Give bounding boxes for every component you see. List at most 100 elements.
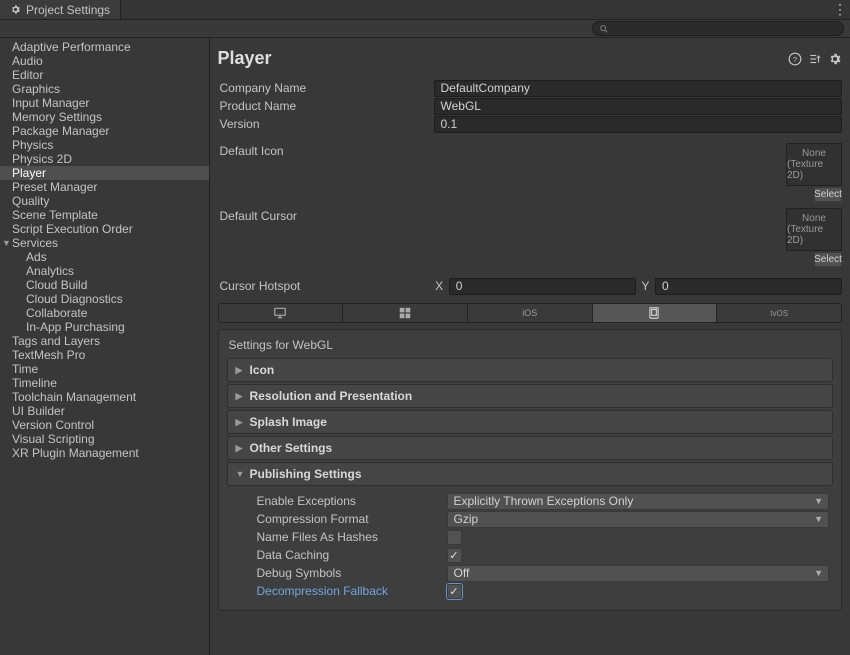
window-tab[interactable]: Project Settings — [0, 0, 121, 19]
foldout-icon-label: Icon — [250, 363, 275, 377]
platform-tab-desktop[interactable] — [219, 304, 344, 322]
product-name-input[interactable]: WebGL — [434, 98, 843, 115]
sidebar-item-graphics[interactable]: Graphics — [0, 82, 209, 96]
enable-exceptions-dropdown[interactable]: Explicitly Thrown Exceptions Only▼ — [447, 493, 830, 510]
foldout-resolution[interactable]: ▶Resolution and Presentation — [227, 384, 834, 408]
sidebar-item-visual-scripting[interactable]: Visual Scripting — [0, 432, 209, 446]
platform-tab-ios[interactable]: iOS — [468, 304, 593, 322]
sidebar-item-quality[interactable]: Quality — [0, 194, 209, 208]
slot-none-text: None — [802, 213, 826, 224]
sidebar-item-preset-manager[interactable]: Preset Manager — [0, 180, 209, 194]
settings-card: Settings for WebGL ▶Icon ▶Resolution and… — [218, 329, 843, 611]
foldout-publishing[interactable]: ▼ Publishing Settings — [227, 462, 834, 486]
sidebar-item-tags-and-layers[interactable]: Tags and Layers — [0, 334, 209, 348]
foldout-other[interactable]: ▶Other Settings — [227, 436, 834, 460]
sidebar-item-scene-template[interactable]: Scene Template — [0, 208, 209, 222]
caret-down-icon: ▼ — [2, 236, 11, 250]
sidebar-item-xr-plugin-management[interactable]: XR Plugin Management — [0, 446, 209, 460]
data-caching-label: Data Caching — [231, 548, 443, 562]
page-title: Player — [218, 48, 272, 69]
sidebar-item-services[interactable]: ▼Services — [0, 236, 209, 250]
sidebar-item-physics[interactable]: Physics — [0, 138, 209, 152]
help-icon[interactable]: ? — [788, 52, 802, 66]
enable-exceptions-label: Enable Exceptions — [231, 494, 443, 508]
cursor-hotspot-x-input[interactable]: 0 — [449, 278, 636, 295]
sidebar-item-editor[interactable]: Editor — [0, 68, 209, 82]
caret-down-icon: ▼ — [236, 469, 244, 479]
data-caching-checkbox[interactable]: ✓ — [447, 548, 462, 563]
settings-gear-icon[interactable] — [828, 52, 842, 66]
sidebar-item-memory-settings[interactable]: Memory Settings — [0, 110, 209, 124]
sidebar-item-cloud-diagnostics[interactable]: Cloud Diagnostics — [0, 292, 209, 306]
compression-dropdown[interactable]: Gzip▼ — [447, 511, 830, 528]
platform-tab-webgl[interactable] — [593, 304, 718, 322]
caret-right-icon: ▶ — [236, 417, 244, 428]
cursor-hotspot-y-input[interactable]: 0 — [655, 278, 842, 295]
name-hashes-checkbox[interactable] — [447, 530, 462, 545]
sidebar-item-audio[interactable]: Audio — [0, 54, 209, 68]
search-icon — [599, 24, 609, 34]
platform-tab-uwp[interactable] — [343, 304, 468, 322]
foldout-splash[interactable]: ▶ Splash Image — [227, 410, 834, 434]
sidebar-item-textmesh-pro[interactable]: TextMesh Pro — [0, 348, 209, 362]
default-icon-slot[interactable]: None (Texture 2D) — [786, 143, 842, 186]
platform-tabs: iOS tvOS — [218, 303, 843, 323]
version-label: Version — [218, 117, 430, 131]
sidebar-item-ads[interactable]: Ads — [0, 250, 209, 264]
platform-tab-tvos[interactable]: tvOS — [717, 304, 841, 322]
sidebar-item-ui-builder[interactable]: UI Builder — [0, 404, 209, 418]
sidebar-item-in-app-purchasing[interactable]: In-App Purchasing — [0, 320, 209, 334]
name-hashes-label: Name Files As Hashes — [231, 530, 443, 544]
slot-type-text: (Texture 2D) — [787, 224, 841, 246]
sidebar-item-collaborate[interactable]: Collaborate — [0, 306, 209, 320]
sidebar-item-script-execution-order[interactable]: Script Execution Order — [0, 222, 209, 236]
sidebar-item-analytics[interactable]: Analytics — [0, 264, 209, 278]
slot-type-text: (Texture 2D) — [787, 159, 841, 181]
foldout-icon[interactable]: ▶Icon — [227, 358, 834, 382]
window-title: Project Settings — [26, 3, 110, 17]
debug-symbols-label: Debug Symbols — [231, 566, 443, 580]
sidebar-item-package-manager[interactable]: Package Manager — [0, 124, 209, 138]
cursor-hotspot-label: Cursor Hotspot — [218, 279, 430, 293]
sidebar-item-player[interactable]: Player — [0, 166, 209, 180]
chevron-down-icon: ▼ — [814, 568, 823, 578]
foldout-publishing-label: Publishing Settings — [250, 467, 362, 481]
foldout-splash-label: Splash Image — [250, 415, 327, 429]
default-icon-select-button[interactable]: Select — [814, 187, 842, 202]
tvos-icon: tvOS — [770, 309, 788, 318]
y-label: Y — [640, 279, 651, 293]
windows-icon — [398, 306, 412, 320]
compression-label: Compression Format — [231, 512, 443, 526]
sidebar-item-input-manager[interactable]: Input Manager — [0, 96, 209, 110]
preset-icon[interactable] — [808, 52, 822, 66]
decompression-fallback-checkbox[interactable]: ✓ — [447, 584, 462, 599]
default-cursor-select-button[interactable]: Select — [814, 252, 842, 267]
x-label: X — [434, 279, 445, 293]
sidebar-item-time[interactable]: Time — [0, 362, 209, 376]
settings-caption: Settings for WebGL — [227, 338, 834, 352]
sidebar-item-adaptive-performance[interactable]: Adaptive Performance — [0, 40, 209, 54]
search-field[interactable] — [592, 21, 844, 36]
company-name-label: Company Name — [218, 81, 430, 95]
company-name-input[interactable]: DefaultCompany — [434, 80, 843, 97]
monitor-icon — [273, 306, 287, 320]
sidebar-item-physics-2d[interactable]: Physics 2D — [0, 152, 209, 166]
sidebar-item-timeline[interactable]: Timeline — [0, 376, 209, 390]
sidebar-item-cloud-build[interactable]: Cloud Build — [0, 278, 209, 292]
compression-value: Gzip — [454, 512, 479, 526]
version-input[interactable]: 0.1 — [434, 116, 843, 133]
sidebar-item-version-control[interactable]: Version Control — [0, 418, 209, 432]
debug-symbols-value: Off — [454, 566, 470, 580]
default-icon-label: Default Icon — [218, 143, 430, 158]
sidebar-item-toolchain-management[interactable]: Toolchain Management — [0, 390, 209, 404]
sidebar: Adaptive PerformanceAudioEditorGraphicsI… — [0, 38, 210, 655]
default-cursor-label: Default Cursor — [218, 208, 430, 223]
searchbar — [0, 20, 850, 38]
more-menu-icon[interactable]: ⋮ — [830, 0, 850, 19]
debug-symbols-dropdown[interactable]: Off ▼ — [447, 565, 830, 582]
search-input[interactable] — [613, 23, 837, 35]
slot-none-text: None — [802, 148, 826, 159]
default-cursor-slot[interactable]: None (Texture 2D) — [786, 208, 842, 251]
publishing-body: Enable Exceptions Explicitly Thrown Exce… — [227, 488, 834, 602]
caret-right-icon: ▶ — [236, 391, 244, 402]
